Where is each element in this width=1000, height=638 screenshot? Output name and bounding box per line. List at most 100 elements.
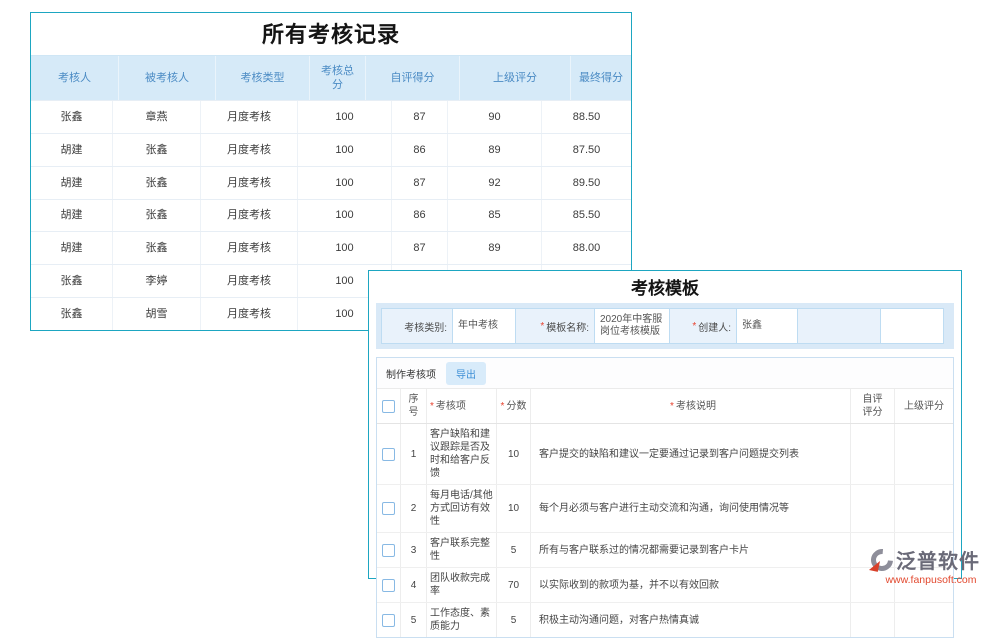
record-row[interactable]: 张鑫 章燕 月度考核 100 87 90 88.50 — [31, 100, 631, 133]
records-column-header: 考核人 — [31, 56, 119, 100]
record-row[interactable]: 胡建 张鑫 月度考核 100 86 89 87.50 — [31, 133, 631, 166]
cell-assessee: 张鑫 — [113, 167, 201, 199]
item-desc: 以实际收到的款项为基，并不以有效回款 — [531, 568, 851, 602]
item-seq: 5 — [401, 603, 427, 637]
cell-superior-score: 89 — [448, 134, 542, 166]
records-column-header: 最终得分 — [571, 56, 631, 100]
cell-self-score: 87 — [392, 101, 448, 133]
cell-assessor: 胡建 — [31, 167, 113, 199]
records-column-header: 自评得分 — [366, 56, 460, 100]
required-mark: * — [540, 321, 544, 332]
records-column-header: 上级评分 — [460, 56, 571, 100]
cell-assessor: 张鑫 — [31, 265, 113, 297]
item-checkbox-cell — [377, 424, 401, 484]
item-seq: 3 — [401, 533, 427, 567]
row-checkbox[interactable] — [382, 502, 395, 515]
records-column-header: 被考核人 — [119, 56, 216, 100]
record-row[interactable]: 胡建 张鑫 月度考核 100 86 85 85.50 — [31, 199, 631, 232]
item-seq: 1 — [401, 424, 427, 484]
cell-total-score: 100 — [298, 134, 392, 166]
item-score: 5 — [497, 533, 531, 567]
item-score: 5 — [497, 603, 531, 637]
empty-form-cell — [797, 308, 881, 344]
cell-assessment-type: 月度考核 — [201, 167, 298, 199]
header-score: *分数 — [497, 389, 531, 423]
records-column-header: 考核总分 — [310, 56, 366, 100]
cell-self-score: 87 — [392, 232, 448, 264]
select-all-checkbox[interactable] — [382, 400, 395, 413]
item-name: 团队收款完成率 — [427, 568, 497, 602]
item-self-score — [851, 603, 895, 637]
template-panel-title: 考核模板 — [369, 271, 961, 303]
cell-assessor: 张鑫 — [31, 298, 113, 330]
cell-final-score: 89.50 — [542, 167, 631, 199]
item-seq: 4 — [401, 568, 427, 602]
cell-assessment-type: 月度考核 — [201, 298, 298, 330]
cell-self-score: 87 — [392, 167, 448, 199]
header-self-score: 自评评分 — [851, 389, 895, 423]
assessment-item-row[interactable]: 2 每月电话/其他方式回访有效性 10 每个月必须与客户进行主动交流和沟通，询问… — [377, 485, 953, 533]
required-mark: * — [692, 321, 696, 332]
header-desc: *考核说明 — [531, 389, 851, 423]
item-superior-score — [895, 424, 953, 484]
cell-assessment-type: 月度考核 — [201, 134, 298, 166]
assessment-item-row[interactable]: 3 客户联系完整性 5 所有与客户联系过的情况都需要记录到客户卡片 — [377, 533, 953, 568]
items-table-header: 序号 *考核项 *分数 *考核说明 自评评分 上级评分 — [377, 389, 953, 424]
cell-assessor: 胡建 — [31, 232, 113, 264]
assessment-item-row[interactable]: 4 团队收款完成率 70 以实际收到的款项为基，并不以有效回款 — [377, 568, 953, 603]
header-item: *考核项 — [427, 389, 497, 423]
cell-total-score: 100 — [298, 232, 392, 264]
template-form: 考核类别: 年中考核 *模板名称: 2020年中客服岗位考核模版 *创建人: 张… — [376, 303, 954, 349]
creator-field[interactable]: 张鑫 — [736, 308, 798, 344]
template-name-field[interactable]: 2020年中客服岗位考核模版 — [594, 308, 670, 344]
creator-label: *创建人: — [669, 308, 737, 344]
row-checkbox[interactable] — [382, 614, 395, 627]
cell-assessee: 张鑫 — [113, 134, 201, 166]
item-score: 70 — [497, 568, 531, 602]
items-table-body: 1 客户缺陷和建议跟踪是否及时和给客户反馈 10 客户提交的缺陷和建议一定要通过… — [377, 424, 953, 637]
cell-self-score: 86 — [392, 134, 448, 166]
assessment-item-row[interactable]: 1 客户缺陷和建议跟踪是否及时和给客户反馈 10 客户提交的缺陷和建议一定要通过… — [377, 424, 953, 485]
row-checkbox[interactable] — [382, 448, 395, 461]
item-superior-score — [895, 603, 953, 637]
watermark-url: www.fanpusoft.com — [870, 574, 992, 586]
cell-assessor: 胡建 — [31, 134, 113, 166]
cell-assessee: 张鑫 — [113, 232, 201, 264]
item-name: 工作态度、素质能力 — [427, 603, 497, 637]
items-section-label: 制作考核项 — [386, 366, 436, 381]
record-row[interactable]: 胡建 张鑫 月度考核 100 87 92 89.50 — [31, 166, 631, 199]
header-seq: 序号 — [401, 389, 427, 423]
category-label: 考核类别: — [381, 308, 453, 344]
required-mark: * — [501, 400, 505, 413]
item-self-score — [851, 424, 895, 484]
row-checkbox[interactable] — [382, 579, 395, 592]
items-toolbar: 制作考核项 导出 — [377, 358, 953, 389]
template-name-label: *模板名称: — [515, 308, 595, 344]
cell-assessment-type: 月度考核 — [201, 265, 298, 297]
cell-assessor: 胡建 — [31, 200, 113, 232]
record-row[interactable]: 胡建 张鑫 月度考核 100 87 89 88.00 — [31, 231, 631, 264]
cell-final-score: 88.50 — [542, 101, 631, 133]
cell-assessee: 张鑫 — [113, 200, 201, 232]
item-score: 10 — [497, 424, 531, 484]
cell-total-score: 100 — [298, 101, 392, 133]
item-score: 10 — [497, 485, 531, 532]
cell-superior-score: 89 — [448, 232, 542, 264]
item-checkbox-cell — [377, 568, 401, 602]
cell-total-score: 100 — [298, 167, 392, 199]
item-name: 客户缺陷和建议跟踪是否及时和给客户反馈 — [427, 424, 497, 484]
required-mark: * — [670, 400, 674, 413]
category-field[interactable]: 年中考核 — [452, 308, 516, 344]
export-button[interactable]: 导出 — [446, 362, 486, 385]
cell-assessment-type: 月度考核 — [201, 232, 298, 264]
cell-assessor: 张鑫 — [31, 101, 113, 133]
item-desc: 每个月必须与客户进行主动交流和沟通，询问使用情况等 — [531, 485, 851, 532]
item-checkbox-cell — [377, 603, 401, 637]
item-desc: 积极主动沟通问题，对客户热情真诚 — [531, 603, 851, 637]
item-seq: 2 — [401, 485, 427, 532]
select-all-cell — [377, 389, 401, 423]
assessment-item-row[interactable]: 5 工作态度、素质能力 5 积极主动沟通问题，对客户热情真诚 — [377, 603, 953, 637]
cell-final-score: 87.50 — [542, 134, 631, 166]
records-panel-title: 所有考核记录 — [31, 13, 631, 56]
row-checkbox[interactable] — [382, 544, 395, 557]
